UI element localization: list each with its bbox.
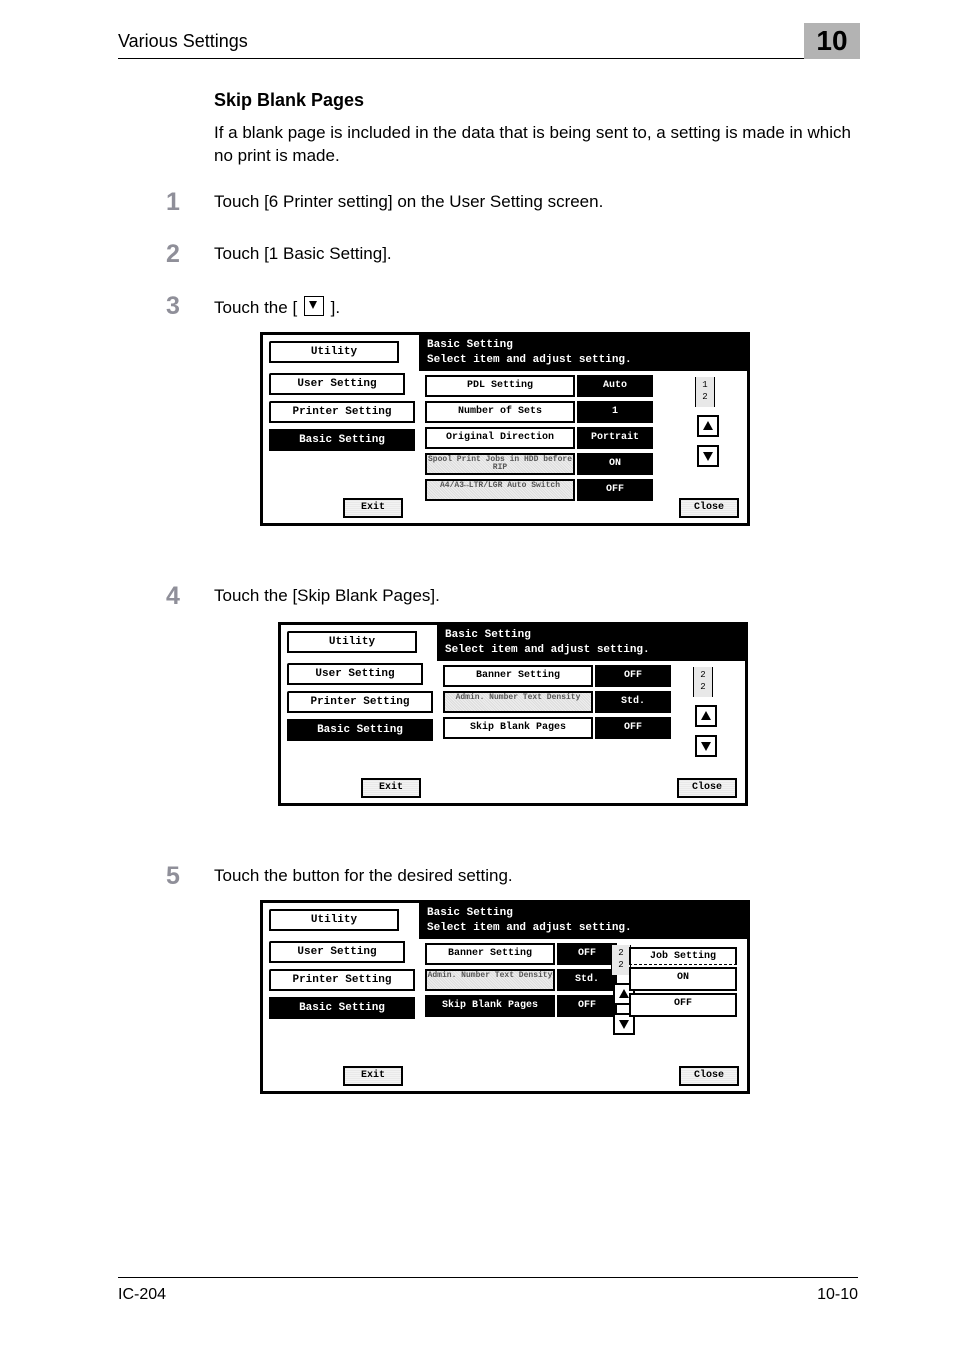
row-admin-density[interactable]: Admin. Number Text Density <box>425 969 555 991</box>
step-number-3: 3 <box>166 292 180 321</box>
scroll-down-button[interactable] <box>695 735 717 757</box>
row-a4-auto-switch[interactable]: A4/A3↔LTR/LGR Auto Switch <box>425 479 575 501</box>
step-text-5: Touch the button for the desired setting… <box>214 866 858 886</box>
header-section-title: Various Settings <box>118 31 248 52</box>
exit-button[interactable]: Exit <box>343 1066 403 1086</box>
val-a4-auto-switch: OFF <box>577 479 653 501</box>
exit-button[interactable]: Exit <box>343 498 403 518</box>
titlebar-line1: Basic Setting <box>445 629 531 641</box>
step-text-4: Touch the [Skip Blank Pages]. <box>214 586 858 606</box>
crumb-user-setting[interactable]: User Setting <box>269 941 405 963</box>
crumb-basic-setting[interactable]: Basic Setting <box>269 997 415 1019</box>
val-pdl-setting: Auto <box>577 375 653 397</box>
screenshot-3: Utility User Setting Printer Setting Bas… <box>260 900 750 1094</box>
crumb-printer-setting[interactable]: Printer Setting <box>287 691 433 713</box>
option-off[interactable]: OFF <box>629 993 737 1017</box>
val-number-of-sets: 1 <box>577 401 653 423</box>
crumb-basic-setting[interactable]: Basic Setting <box>269 429 415 451</box>
row-skip-blank-pages[interactable]: Skip Blank Pages <box>443 717 593 739</box>
close-button[interactable]: Close <box>677 778 737 798</box>
step-number-1: 1 <box>166 188 180 217</box>
page-indicator: 2 2 <box>611 945 631 975</box>
val-admin-density: Std. <box>595 691 671 713</box>
titlebar-line1: Basic Setting <box>427 339 513 351</box>
section-heading: Skip Blank Pages <box>214 90 364 111</box>
titlebar-line2: Select item and adjust setting. <box>427 922 632 934</box>
screenshot-1: Utility User Setting Printer Setting Bas… <box>260 332 750 526</box>
page-indicator: 2 2 <box>693 667 713 697</box>
val-skip-blank-pages: OFF <box>557 995 617 1017</box>
intro-paragraph: If a blank page is included in the data … <box>214 122 858 168</box>
row-banner-setting[interactable]: Banner Setting <box>443 665 593 687</box>
row-original-direction[interactable]: Original Direction <box>425 427 575 449</box>
step-text-1: Touch [6 Printer setting] on the User Se… <box>214 192 858 212</box>
close-button[interactable]: Close <box>679 1066 739 1086</box>
titlebar-line2: Select item and adjust setting. <box>445 644 650 656</box>
scroll-up-button[interactable] <box>697 415 719 437</box>
row-number-of-sets[interactable]: Number of Sets <box>425 401 575 423</box>
panel-titlebar: Basic Setting Select item and adjust set… <box>419 335 747 371</box>
scroll-down-button[interactable] <box>697 445 719 467</box>
footer-model: IC-204 <box>118 1286 166 1304</box>
crumb-utility[interactable]: Utility <box>287 631 417 653</box>
val-banner-setting: OFF <box>557 943 617 965</box>
val-spool-print-jobs: ON <box>577 453 653 475</box>
option-on[interactable]: ON <box>629 967 737 991</box>
job-setting-title: Job Setting <box>629 947 737 965</box>
crumb-basic-setting[interactable]: Basic Setting <box>287 719 433 741</box>
crumb-printer-setting[interactable]: Printer Setting <box>269 401 415 423</box>
val-banner-setting: OFF <box>595 665 671 687</box>
screenshot-2: Utility User Setting Printer Setting Bas… <box>278 622 748 806</box>
step-number-4: 4 <box>166 582 180 611</box>
panel-titlebar: Basic Setting Select item and adjust set… <box>437 625 745 661</box>
page-header: Various Settings 10 <box>118 22 858 59</box>
crumb-utility[interactable]: Utility <box>269 341 399 363</box>
close-button[interactable]: Close <box>679 498 739 518</box>
crumb-utility[interactable]: Utility <box>269 909 399 931</box>
step-text-3: Touch the [ ]. <box>214 296 858 318</box>
row-spool-print-jobs[interactable]: Spool Print Jobs in HDD before RIP <box>425 453 575 475</box>
val-original-direction: Portrait <box>577 427 653 449</box>
crumb-user-setting[interactable]: User Setting <box>287 663 423 685</box>
job-setting-panel: Job Setting ON OFF <box>629 947 737 1017</box>
crumb-printer-setting[interactable]: Printer Setting <box>269 969 415 991</box>
down-arrow-icon <box>304 296 324 316</box>
row-skip-blank-pages-selected[interactable]: Skip Blank Pages <box>425 995 555 1017</box>
crumb-user-setting[interactable]: User Setting <box>269 373 405 395</box>
step-number-5: 5 <box>166 862 180 891</box>
titlebar-line1: Basic Setting <box>427 907 513 919</box>
step-number-2: 2 <box>166 240 180 269</box>
row-admin-density[interactable]: Admin. Number Text Density <box>443 691 593 713</box>
footer-page-number: 10-10 <box>817 1286 858 1304</box>
row-pdl-setting[interactable]: PDL Setting <box>425 375 575 397</box>
page-footer: IC-204 10-10 <box>118 1277 858 1306</box>
panel-titlebar: Basic Setting Select item and adjust set… <box>419 903 747 939</box>
page-indicator: 1 2 <box>695 377 715 407</box>
step3-before: Touch the [ <box>214 298 297 317</box>
row-banner-setting[interactable]: Banner Setting <box>425 943 555 965</box>
chapter-number-box: 10 <box>804 23 860 59</box>
exit-button[interactable]: Exit <box>361 778 421 798</box>
scroll-up-button[interactable] <box>695 705 717 727</box>
step-text-2: Touch [1 Basic Setting]. <box>214 244 858 264</box>
val-admin-density: Std. <box>557 969 617 991</box>
titlebar-line2: Select item and adjust setting. <box>427 354 632 366</box>
val-skip-blank-pages: OFF <box>595 717 671 739</box>
step3-after: ]. <box>331 298 340 317</box>
